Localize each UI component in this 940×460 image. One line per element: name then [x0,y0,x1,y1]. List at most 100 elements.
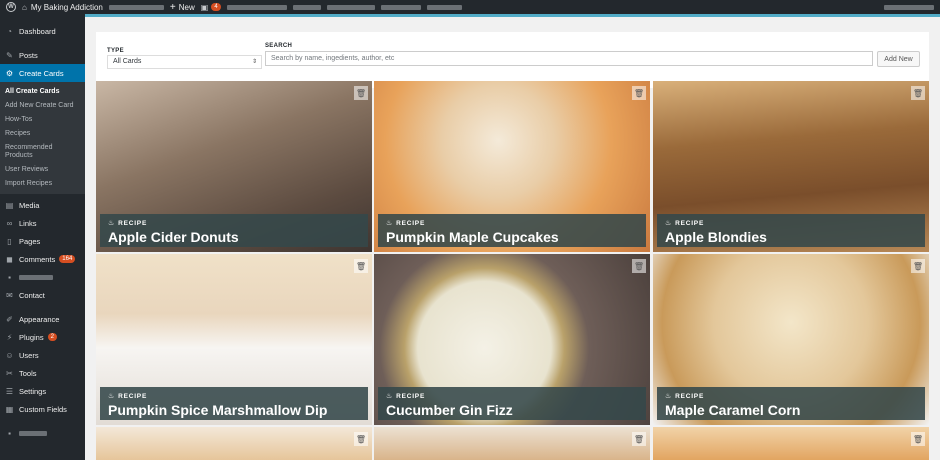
card-image [653,427,929,460]
menu-redacted[interactable]: ▪ [0,424,85,442]
menu-comments[interactable]: ◼ Comments 164 [0,250,85,268]
recipe-card[interactable]: 🗑 ♨ RECIPE Apple Cider Donuts [96,81,372,252]
menu-pages[interactable]: ▯ Pages [0,232,85,250]
redacted-item[interactable] [108,0,164,14]
menu-settings[interactable]: ☰ Settings [0,382,85,400]
card-title: Maple Caramel Corn [665,402,801,418]
site-name-link[interactable]: ⌂ My Baking Addiction [22,0,103,14]
submenu-import-recipes[interactable]: Import Recipes [0,177,85,191]
comment-icon: ◼ [6,254,13,264]
submenu-user-reviews[interactable]: User Reviews [0,163,85,177]
admin-bar: W ⌂ My Baking Addiction + New ▣ 4 [0,0,940,14]
recipe-card[interactable]: 🗑 ♨ RECIPE Maple Caramel Corn [653,254,929,425]
page-icon: ▯ [7,236,12,246]
submenu-recipes[interactable]: Recipes [0,127,85,141]
menu-users[interactable]: ☺ Users [0,346,85,364]
dashboard-icon: ◔ [7,26,12,36]
menu-plugins[interactable]: ⚡ Plugins 2 [0,328,85,346]
trash-icon[interactable]: 🗑 [911,432,925,446]
recipe-card[interactable]: 🗑 [374,427,650,460]
trash-icon[interactable]: 🗑 [632,86,646,100]
submenu-recommended-products[interactable]: Recommended Products [0,141,85,163]
new-content-link[interactable]: + New [170,0,195,14]
account-menu[interactable] [884,0,934,14]
recipe-card[interactable]: 🗑 [96,427,372,460]
trash-icon[interactable]: 🗑 [632,432,646,446]
redacted-icon: ▪ [8,272,11,282]
card-caption: ♨ RECIPE Pumpkin Spice Marshmallow Dip [100,387,368,420]
chef-hat-icon: ♨ [386,220,394,227]
redacted-icon: ▪ [8,428,11,438]
card-title: Cucumber Gin Fizz [386,402,513,418]
trash-icon[interactable]: 🗑 [354,259,368,273]
main-content: TYPE SEARCH All Cards ⇕ Search by name, … [85,17,940,460]
users-icon: ☺ [5,350,14,360]
submenu-how-tos[interactable]: How-Tos [0,113,85,127]
menu-posts[interactable]: ✎ Posts [0,46,85,64]
chef-hat-icon: ♨ [108,393,116,400]
card-image [96,427,372,460]
menu-custom-fields[interactable]: ▦ Custom Fields [0,400,85,418]
submenu-all-create-cards[interactable]: All Create Cards [0,85,85,99]
brush-icon: ✐ [6,314,13,324]
card-caption: ♨ RECIPE Maple Caramel Corn [657,387,925,420]
gear-icon: ⚙ [5,68,14,78]
create-cards-submenu: All Create Cards Add New Create Card How… [0,82,85,194]
recipe-card[interactable]: 🗑 ♨ RECIPE Pumpkin Maple Cupcakes [374,81,650,252]
trash-icon[interactable]: 🗑 [354,432,368,446]
card-caption: ♨ RECIPE Apple Cider Donuts [100,214,368,247]
card-image [374,427,650,460]
trash-icon[interactable]: 🗑 [911,86,925,100]
wrench-icon: ✂ [6,368,13,378]
menu-redacted[interactable]: ▪ [0,268,85,286]
menu-links[interactable]: ∞ Links [0,214,85,232]
chef-hat-icon: ♨ [665,220,673,227]
menu-appearance[interactable]: ✐ Appearance [0,310,85,328]
chef-hat-icon: ♨ [665,393,673,400]
submenu-add-new-create-card[interactable]: Add New Create Card [0,99,85,113]
pin-icon: ✎ [6,50,13,60]
updates-icon: ▣ [200,2,209,12]
redacted-item[interactable] [226,0,287,14]
card-caption: ♨ RECIPE Apple Blondies [657,214,925,247]
redacted-item[interactable] [292,0,321,14]
chef-hat-icon: ♨ [386,393,394,400]
plugin-icon: ⚡ [6,332,13,342]
link-icon: ∞ [6,218,13,228]
redacted-item[interactable] [426,0,462,14]
redacted-item[interactable] [380,0,421,14]
search-input[interactable]: Search by name, ingedients, author, etc [265,51,873,66]
menu-media[interactable]: ▤ Media [0,196,85,214]
menu-dashboard[interactable]: ◔ Dashboard [0,22,85,40]
menu-create-cards[interactable]: ⚙ Create Cards [0,64,85,82]
settings-icon: ☰ [5,386,14,396]
search-label: SEARCH [265,43,293,49]
admin-sidebar: ◔ Dashboard ✎ Posts ⚙ Create Cards All Crea… [0,14,85,460]
trash-icon[interactable]: 🗑 [911,259,925,273]
trash-icon[interactable]: 🗑 [632,259,646,273]
card-caption: ♨ RECIPE Pumpkin Maple Cupcakes [378,214,646,247]
card-title: Apple Blondies [665,229,767,245]
media-icon: ▤ [5,200,14,210]
card-title: Pumpkin Maple Cupcakes [386,229,559,245]
menu-tools[interactable]: ✂ Tools [0,364,85,382]
recipe-card[interactable]: 🗑 ♨ RECIPE Cucumber Gin Fizz [374,254,650,425]
recipe-card[interactable]: 🗑 ♨ RECIPE Apple Blondies [653,81,929,252]
card-caption: ♨ RECIPE Cucumber Gin Fizz [378,387,646,420]
recipe-card[interactable]: 🗑 ♨ RECIPE Pumpkin Spice Marshmallow Dip [96,254,372,425]
card-title: Apple Cider Donuts [108,229,239,245]
chevron-updown-icon: ⇕ [251,59,257,65]
redacted-item[interactable] [326,0,375,14]
notifications-link[interactable]: ▣ 4 [201,0,221,14]
cards-grid: 🗑 ♨ RECIPE Apple Cider Donuts 🗑 ♨ RECIPE P… [96,81,929,460]
plus-icon: + [169,1,176,13]
trash-icon[interactable]: 🗑 [354,86,368,100]
type-select[interactable]: All Cards ⇕ [107,55,262,69]
wordpress-logo-icon[interactable]: W [6,0,16,14]
recipe-card[interactable]: 🗑 [653,427,929,460]
add-new-button[interactable]: Add New [877,51,920,67]
mail-icon: ✉ [6,290,13,300]
chef-hat-icon: ♨ [108,220,116,227]
menu-contact[interactable]: ✉ Contact [0,286,85,304]
type-label: TYPE [107,48,124,54]
